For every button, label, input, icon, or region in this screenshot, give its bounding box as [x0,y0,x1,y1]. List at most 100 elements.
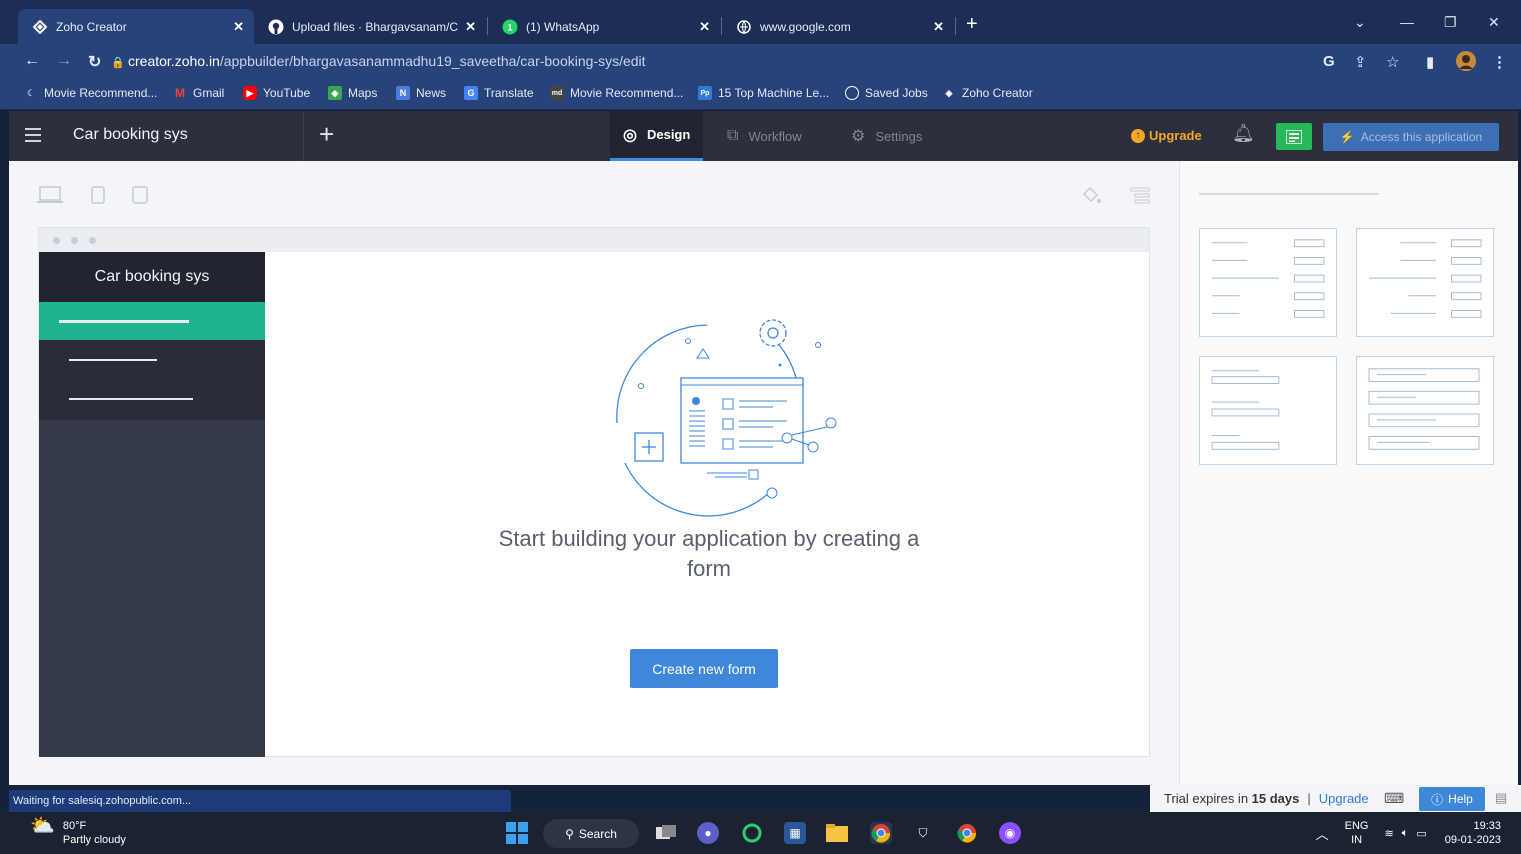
close-tab-icon[interactable]: ✕ [465,19,476,35]
bell-icon[interactable]: 🔔︎ [1232,123,1255,144]
google-g-icon[interactable]: G [1323,53,1335,70]
form-list-icon [1286,129,1302,144]
bookmark-label: Maps [348,86,378,100]
empty-form-illustration [616,319,837,517]
file-explorer-icon[interactable] [826,822,848,844]
lang-top: ENG [1344,820,1369,832]
tablet-icon[interactable] [91,186,105,204]
task-view-icon[interactable] [655,822,677,844]
bookmark-news[interactable]: N News [396,86,446,100]
upgrade-label: Upgrade [1149,128,1202,143]
trial-bar: Trial expires in 15 days | Upgrade ⌨ ⓘ He… [1150,785,1521,812]
close-tab-icon[interactable]: ✕ [699,19,710,35]
language-indicator[interactable]: ENG IN [1345,819,1369,847]
speaker-muted-icon[interactable]: 🔈︎ [1402,827,1409,840]
github-desktop-icon[interactable]: ◉ [999,822,1021,844]
vpn-shield-icon[interactable]: ⛉ [912,822,934,844]
restore-button[interactable]: ❐ [1444,14,1457,31]
menu-dots-icon[interactable]: ⋮ [1492,53,1507,71]
temperature: 80°F [62,820,87,832]
tab-github[interactable]: Upload files · Bhargavsanam/CSA ✕ [254,9,486,44]
help-button[interactable]: ⓘ Help [1419,787,1485,811]
bookmark-saved-jobs[interactable]: Saved Jobs [845,86,928,100]
tab-whatsapp[interactable]: 1 (1) WhatsApp ✕ [488,9,720,44]
bookmark-youtube[interactable]: ▶ YouTube [243,86,310,100]
tab-workflow[interactable]: ⧉ Workflow [727,111,802,161]
maps-icon: ◆ [328,86,342,100]
paint-bucket-icon[interactable] [1080,186,1102,206]
nav-item-list [39,340,265,420]
weather-widget[interactable]: ⛅ 80°F Partly cloudy [30,816,126,847]
menu-structure-icon[interactable] [1130,186,1150,206]
wifi-icon[interactable]: ≋ [1384,827,1393,840]
hamburger-menu-icon[interactable] [25,128,41,142]
bookmark-label: Zoho Creator [962,86,1033,100]
bookmark-translate[interactable]: G Translate [464,86,534,100]
window-dot [53,237,60,244]
tab-zoho-creator[interactable]: Zoho Creator ✕ [18,9,254,44]
circle-app-icon[interactable] [741,822,763,844]
bookmark-label: Movie Recommend... [570,86,684,100]
share-icon[interactable]: ⇪ [1354,53,1367,71]
chrome-profile-icon[interactable] [956,822,978,844]
tab-google[interactable]: www.google.com ✕ [722,9,954,44]
tab-search-chevron-icon[interactable]: ⌄ [1354,14,1366,31]
close-tab-icon[interactable]: ✕ [233,19,244,35]
bookmark-movie-recommend[interactable]: ☾ Movie Recommend... [24,86,157,100]
feedback-icon[interactable]: ▤ [1495,790,1507,806]
back-arrow-icon[interactable]: ← [24,52,40,70]
layout-thumbnail-2[interactable] [1356,228,1494,337]
close-tab-icon[interactable]: ✕ [933,19,944,35]
chrome-icon[interactable] [870,822,892,844]
tab-design[interactable]: ◎ Design [610,111,704,161]
keyboard-icon[interactable]: ⌨ [1384,790,1404,807]
forward-arrow-icon[interactable]: → [56,52,72,70]
bookmark-movie-recommend-2[interactable]: md Movie Recommend... [550,86,683,100]
window-dot [71,237,78,244]
star-icon[interactable]: ☆ [1386,53,1399,71]
create-new-form-button[interactable]: Create new form [630,649,778,688]
add-component-button[interactable]: + [319,119,334,150]
battery-icon[interactable]: ▭ [1416,827,1426,840]
taskbar-search[interactable]: ⚲ Search [543,819,639,848]
side-panel-icon[interactable]: ▮ [1426,53,1434,71]
store-icon[interactable]: ▦ [784,822,806,844]
live-app-button[interactable] [1276,123,1312,150]
access-application-button[interactable]: ⚡ Access this application [1323,123,1499,151]
bookmark-zoho-creator[interactable]: ◈ Zoho Creator [942,86,1033,100]
layout-thumbnail-3[interactable] [1199,356,1337,465]
address-bar-row: ← → ↻ 🔒 creator.zoho.in/appbuilder/bharg… [0,44,1521,80]
desktop-icon[interactable] [37,186,63,204]
url-field[interactable]: creator.zoho.in/appbuilder/bhargavasanam… [128,53,646,69]
mobile-icon[interactable] [132,186,148,204]
bookmark-k-icon: ☾ [26,87,36,98]
close-window-button[interactable]: ✕ [1488,14,1500,31]
new-tab-button[interactable]: + [966,13,978,36]
reload-icon[interactable]: ↻ [88,52,101,72]
preview-side-navigation: Car booking sys [39,252,265,757]
layout-thumbnail-1[interactable] [1199,228,1337,337]
trial-upgrade-link[interactable]: Upgrade [1319,791,1369,806]
windows-start-icon[interactable] [506,822,528,844]
bookmark-machine-learning[interactable]: Pp 15 Top Machine Le... [698,86,829,100]
preview-window-bar [39,228,1149,252]
app-title: Car booking sys [73,126,188,143]
upgrade-button[interactable]: ↑ Upgrade [1131,128,1202,143]
bookmark-label: 15 Top Machine Le... [718,86,830,100]
bookmark-maps[interactable]: ◆ Maps [328,86,377,100]
minimize-button[interactable]: — [1400,14,1414,30]
nav-item-active[interactable] [39,302,265,340]
search-label: Search [578,826,617,841]
tab-title: Zoho Creator [56,19,127,34]
clock[interactable]: 19:33 09-01-2023 [1445,819,1501,847]
profile-avatar[interactable] [1455,50,1477,76]
tab-settings[interactable]: ⚙ Settings [851,111,922,161]
search-icon: ⚲ [565,826,574,841]
layout-thumbnail-4[interactable] [1356,356,1494,465]
bookmark-gmail[interactable]: M Gmail [173,86,224,100]
chevron-up-icon[interactable]: ︿ [1316,824,1329,843]
tab-title: Upload files · Bhargavsanam/CSA [292,19,460,34]
gmail-icon: M [175,86,185,100]
system-tray: ︿ ENG IN ≋ 🔈︎ ▭ 19:33 09-01-2023 [1316,819,1501,847]
teams-chat-icon[interactable]: ● [697,822,719,844]
